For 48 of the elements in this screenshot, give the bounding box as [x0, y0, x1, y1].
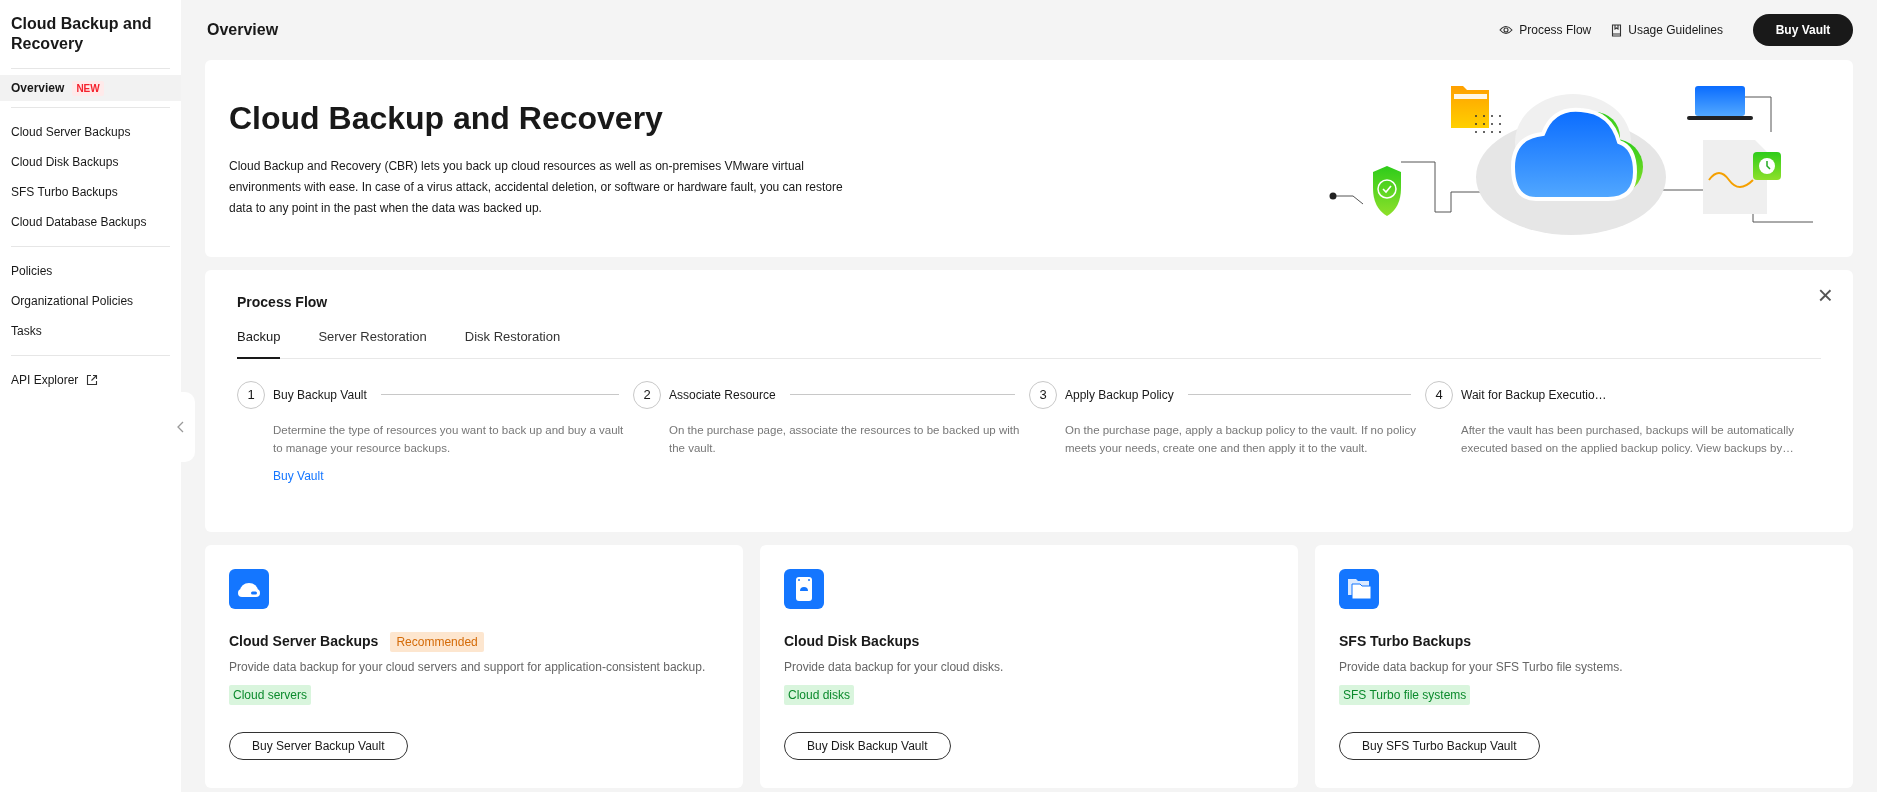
tab[interactable]: Backup	[237, 327, 281, 359]
card-description: Provide data backup for your SFS Turbo file systems.	[1339, 659, 1624, 676]
resource-tag: Cloud disks	[784, 685, 855, 705]
folders-icon	[1339, 569, 1379, 609]
sidebar-item[interactable]: SFS Turbo Backups	[0, 177, 181, 207]
hero-title: Cloud Backup and Recovery	[229, 99, 664, 138]
eye-icon	[1499, 25, 1514, 35]
step-title: Apply Backup Policy	[1065, 386, 1174, 404]
cloud-server-icon	[229, 569, 269, 609]
buy-vault-link[interactable]: Buy Vault	[273, 466, 623, 485]
page-title: Overview	[207, 20, 279, 40]
sidebar-item-label: API Explorer	[11, 372, 79, 389]
sidebar-item[interactable]: Cloud Database Backups	[0, 207, 181, 237]
sidebar-item[interactable]: Cloud Disk Backups	[0, 147, 181, 177]
step-description: After the vault has been purchased, backups will be automatically executed based on the applied backup policy. View backups by…	[1461, 422, 1796, 456]
book-icon	[1611, 23, 1623, 37]
resource-tag: Cloud servers	[229, 685, 312, 705]
chevron-left-icon	[177, 421, 185, 433]
sidebar-item[interactable]: Overview NEW	[0, 75, 181, 101]
hero-description: Cloud Backup and Recovery (CBR) lets you back up cloud resources as well as on-premises VMware virtual environments with ease. In case of a virus attack, accidental deletion, or software or hardware fault, you can restore data to any point in the past when the data was backed up.	[229, 158, 844, 217]
card-title: Cloud Server Backups	[229, 632, 379, 651]
card-description: Provide data backup for your cloud disks.	[784, 659, 1005, 676]
sidebar-item[interactable]: Cloud Server Backups	[0, 117, 181, 147]
recommended-badge: Recommended	[390, 631, 484, 652]
close-button[interactable]: ×	[1817, 282, 1833, 308]
sidebar-item[interactable]: Tasks	[0, 316, 181, 346]
sidebar-item[interactable]: Policies	[0, 256, 181, 286]
card-title: SFS Turbo Backups	[1339, 632, 1471, 651]
step-title: Wait for Backup Executio…	[1461, 386, 1607, 404]
sidebar-item[interactable]: Organizational Policies	[0, 286, 181, 316]
step-description: On the purchase page, associate the resources to be backed up with the vault.	[669, 422, 1021, 456]
step-description: Determine the type of resources you want to back up and buy a vault to manage your resource backups.	[273, 422, 625, 456]
card-description: Provide data backup for your cloud servers and support for application-consistent backup.	[229, 659, 707, 676]
step-title: Associate Resource	[669, 386, 776, 404]
card-title: Cloud Disk Backups	[784, 632, 920, 651]
resource-tag: SFS Turbo file systems	[1339, 685, 1471, 705]
step-description: On the purchase page, apply a backup policy to the vault. If no policy meets your needs, create one and then apply it to the vault.	[1065, 422, 1417, 456]
tab[interactable]: Disk Restoration	[464, 327, 561, 359]
header-link[interactable]: Process Flow	[1499, 21, 1592, 39]
panel-title: Process Flow	[237, 293, 329, 312]
step-title: Buy Backup Vault	[273, 386, 367, 404]
sidebar-item[interactable]: API Explorer	[0, 365, 181, 395]
sidebar-item-label: Overview	[11, 80, 65, 97]
buy-vault-button[interactable]: Buy Vault	[1753, 14, 1853, 46]
tab[interactable]: Server Restoration	[318, 327, 427, 359]
new-badge: NEW	[72, 80, 104, 96]
sidebar-title: Cloud Backup and Recovery	[10, 14, 153, 54]
header-link[interactable]: Usage Guidelines	[1611, 21, 1723, 39]
